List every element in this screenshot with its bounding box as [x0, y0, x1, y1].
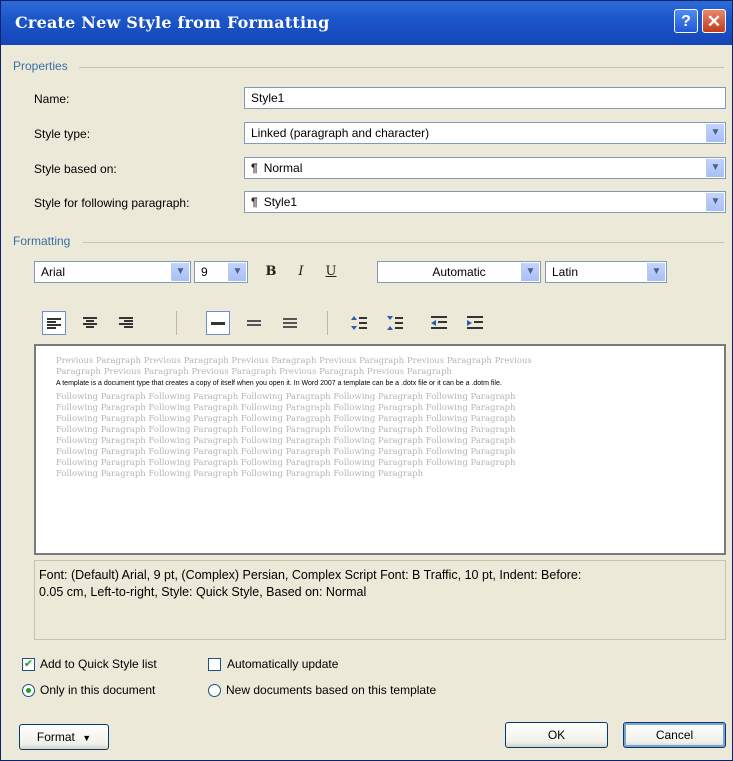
- preview-previous-line: Previous Paragraph Previous Paragraph Pr…: [56, 356, 532, 366]
- description-line: 0.05 cm, Left-to-right, Style: Quick Sty…: [39, 585, 367, 599]
- decrease-paragraph-spacing-button[interactable]: [383, 311, 407, 335]
- style-type-label: Style type:: [34, 127, 91, 141]
- new-documents-radio[interactable]: [208, 684, 221, 697]
- format-button[interactable]: Format ▼: [19, 724, 109, 750]
- underline-button[interactable]: U: [319, 260, 343, 284]
- preview-following-line: Following Paragraph Following Paragraph …: [56, 436, 516, 446]
- new-documents-label[interactable]: New documents based on this template: [226, 683, 436, 697]
- style-preview-pane: Previous Paragraph Previous Paragraph Pr…: [34, 344, 726, 555]
- preview-following-line: Following Paragraph Following Paragraph …: [56, 414, 516, 424]
- increase-paragraph-spacing-button[interactable]: [347, 311, 371, 335]
- add-quick-style-label[interactable]: Add to Quick Style list: [40, 657, 157, 671]
- paragraph-style-icon: ¶: [251, 195, 258, 209]
- preview-following-line: Following Paragraph Following Paragraph …: [56, 425, 516, 435]
- title-bar[interactable]: Create New Style from Formatting ? ✕: [1, 1, 732, 45]
- cancel-button[interactable]: Cancel: [623, 722, 726, 748]
- chevron-down-icon[interactable]: ▼: [706, 193, 724, 211]
- single-spacing-button[interactable]: [206, 311, 230, 335]
- name-field[interactable]: Style1: [244, 87, 726, 109]
- auto-update-label[interactable]: Automatically update: [227, 657, 338, 671]
- formatting-divider: [83, 242, 724, 243]
- toolbar-separator: [327, 311, 328, 335]
- font-size-value: 9: [201, 265, 208, 279]
- align-left-button[interactable]: [42, 311, 66, 335]
- increase-indent-icon: [467, 316, 483, 329]
- only-this-document-label[interactable]: Only in this document: [40, 683, 155, 697]
- increase-spacing-icon: [351, 316, 367, 330]
- name-label: Name:: [34, 92, 70, 106]
- decrease-indent-button[interactable]: [427, 311, 451, 335]
- following-style-value: Style1: [263, 195, 298, 209]
- close-button[interactable]: ✕: [702, 9, 726, 33]
- font-color-select[interactable]: Automatic ▼: [377, 261, 541, 283]
- decrease-indent-icon: [431, 316, 447, 329]
- style-description: Font: (Default) Arial, 9 pt, (Complex) P…: [34, 560, 726, 640]
- properties-divider: [79, 67, 724, 68]
- dropdown-arrow-icon: ▼: [82, 733, 92, 743]
- decrease-spacing-icon: [387, 316, 403, 330]
- create-style-dialog: Create New Style from Formatting ? ✕ Pro…: [0, 0, 733, 761]
- font-value: Arial: [41, 265, 66, 279]
- ok-button[interactable]: OK: [505, 722, 608, 748]
- chevron-down-icon[interactable]: ▼: [171, 263, 189, 281]
- formatting-group-label: Formatting: [13, 234, 71, 248]
- italic-button[interactable]: I: [289, 260, 313, 284]
- preview-following-line: Following Paragraph Following Paragraph …: [56, 458, 516, 468]
- preview-following-line: Following Paragraph Following Paragraph …: [56, 403, 516, 413]
- chevron-down-icon[interactable]: ▼: [647, 263, 665, 281]
- align-center-icon: [83, 317, 97, 328]
- following-style-select[interactable]: ¶ Style1 ▼: [244, 191, 726, 213]
- preview-previous-line: Paragraph Previous Paragraph Previous Pa…: [56, 367, 452, 377]
- description-line: Font: (Default) Arial, 9 pt, (Complex) P…: [39, 568, 582, 582]
- one-half-spacing-button[interactable]: [242, 311, 266, 335]
- chevron-down-icon[interactable]: ▼: [706, 159, 724, 177]
- based-on-value: Normal: [263, 161, 303, 175]
- script-value: Latin: [552, 265, 579, 279]
- auto-update-checkbox[interactable]: [208, 658, 221, 671]
- align-left-icon: [47, 318, 61, 329]
- align-center-button[interactable]: [78, 311, 102, 335]
- properties-group-label: Properties: [13, 59, 68, 73]
- script-select[interactable]: Latin ▼: [545, 261, 667, 283]
- bold-button[interactable]: B: [259, 260, 283, 284]
- name-field-value: Style1: [251, 91, 285, 105]
- based-on-select[interactable]: ¶ Normal ▼: [244, 157, 726, 179]
- double-spacing-icon: [283, 318, 297, 328]
- chevron-down-icon[interactable]: ▼: [706, 124, 724, 142]
- style-type-value: Linked (paragraph and character): [251, 126, 430, 140]
- paragraph-style-icon: ¶: [251, 161, 258, 175]
- preview-content: Previous Paragraph Previous Paragraph Pr…: [36, 346, 724, 480]
- help-button[interactable]: ?: [674, 9, 698, 33]
- toolbar-separator: [176, 311, 177, 335]
- double-spacing-button[interactable]: [278, 311, 302, 335]
- one-half-spacing-icon: [247, 320, 261, 326]
- style-type-select[interactable]: Linked (paragraph and character) ▼: [244, 122, 726, 144]
- preview-following-line: Following Paragraph Following Paragraph …: [56, 469, 424, 479]
- font-color-value: Automatic: [432, 265, 486, 279]
- dialog-title: Create New Style from Formatting: [15, 13, 330, 32]
- font-size-select[interactable]: 9 ▼: [194, 261, 248, 283]
- add-quick-style-checkbox[interactable]: ✔: [22, 658, 35, 671]
- chevron-down-icon[interactable]: ▼: [228, 263, 246, 281]
- format-button-label: Format: [36, 730, 75, 744]
- preview-following-line: Following Paragraph Following Paragraph …: [56, 392, 516, 402]
- align-right-button[interactable]: [114, 311, 138, 335]
- font-select[interactable]: Arial ▼: [34, 261, 191, 283]
- single-spacing-icon: [211, 322, 225, 325]
- only-this-document-radio[interactable]: [22, 684, 35, 697]
- preview-following-line: Following Paragraph Following Paragraph …: [56, 447, 516, 457]
- based-on-label: Style based on:: [34, 162, 117, 176]
- preview-sample-text: A template is a document type that creat…: [56, 380, 502, 387]
- chevron-down-icon[interactable]: ▼: [521, 263, 539, 281]
- following-style-label: Style for following paragraph:: [34, 196, 190, 210]
- increase-indent-button[interactable]: [463, 311, 487, 335]
- align-right-icon: [119, 317, 133, 328]
